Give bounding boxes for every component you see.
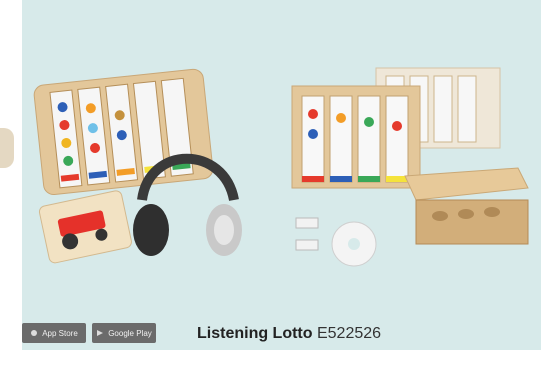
apple-icon [30,329,38,337]
app-store-badge[interactable]: App Store [22,323,86,343]
cropped-image-fragment [0,128,14,168]
product-name: Listening Lotto [197,325,313,342]
app-store-label: App Store [42,328,78,338]
product-code: E522526 [316,325,382,342]
product-image-box-and-cards [291,67,529,267]
left-edge-strip [0,0,22,372]
product-image-board-with-headphones [33,68,242,264]
footer-gap [0,350,541,372]
store-badges: App Store Google Play [22,323,156,343]
google-play-badge[interactable]: Google Play [92,323,156,343]
google-play-label: Google Play [108,328,152,338]
google-play-icon [96,329,104,337]
product-caption: Listening Lotto E522526 [197,323,381,345]
